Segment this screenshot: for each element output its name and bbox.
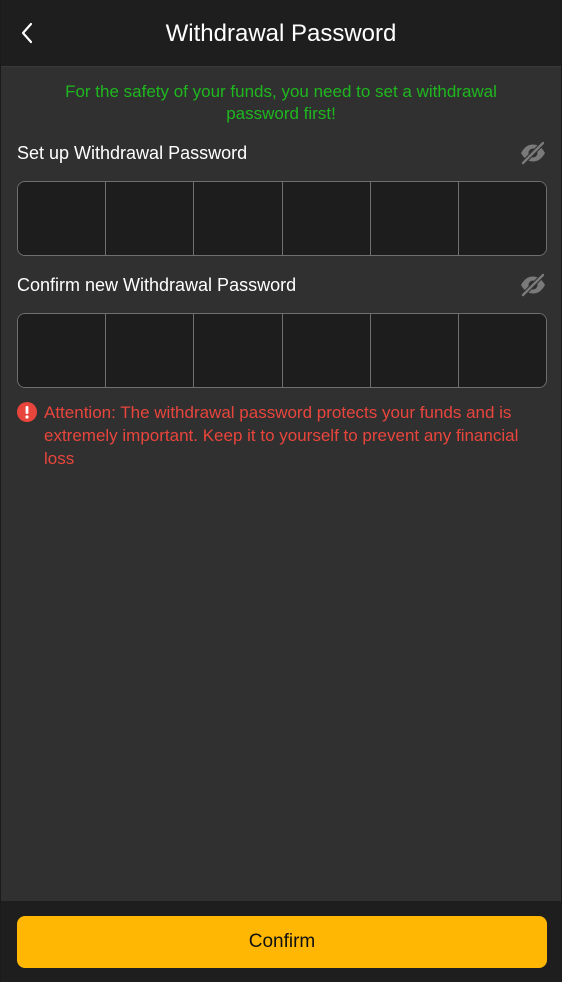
withdrawal-password-screen: Withdrawal Password For the safety of yo… (0, 0, 562, 982)
pin-digit-cell[interactable] (282, 182, 371, 255)
pin-digit-cell[interactable] (282, 314, 371, 387)
pin-digit-cell[interactable] (18, 182, 107, 255)
attention-text: Attention: The withdrawal password prote… (44, 403, 519, 468)
pin-digit-cell[interactable] (194, 314, 283, 387)
eye-off-icon (520, 272, 546, 298)
exclamation-circle-icon (17, 402, 37, 422)
pin-digit-cell[interactable] (458, 182, 546, 255)
pin-digit-cell[interactable] (194, 182, 283, 255)
confirm-password-visibility-toggle[interactable] (519, 272, 547, 298)
pin-digit-cell[interactable] (106, 182, 195, 255)
pin-digit-cell[interactable] (106, 314, 195, 387)
set-password-input[interactable] (17, 181, 547, 256)
footer-bar: Confirm (1, 901, 561, 982)
set-password-visibility-toggle[interactable] (519, 140, 547, 166)
safety-notice: For the safety of your funds, you need t… (65, 82, 497, 123)
page-title: Withdrawal Password (165, 20, 397, 47)
header-bar: Withdrawal Password (1, 0, 561, 67)
attention-message: Attention: The withdrawal password prote… (17, 401, 547, 470)
pin-digit-cell[interactable] (370, 182, 459, 255)
confirm-button[interactable]: Confirm (17, 916, 547, 968)
confirm-password-label: Confirm new Withdrawal Password (17, 275, 297, 295)
pin-digit-cell[interactable] (18, 314, 107, 387)
confirm-password-input[interactable] (17, 313, 547, 388)
pin-digit-cell[interactable] (458, 314, 546, 387)
pin-digit-cell[interactable] (370, 314, 459, 387)
eye-off-icon (520, 140, 546, 166)
set-password-label: Set up Withdrawal Password (17, 143, 248, 163)
